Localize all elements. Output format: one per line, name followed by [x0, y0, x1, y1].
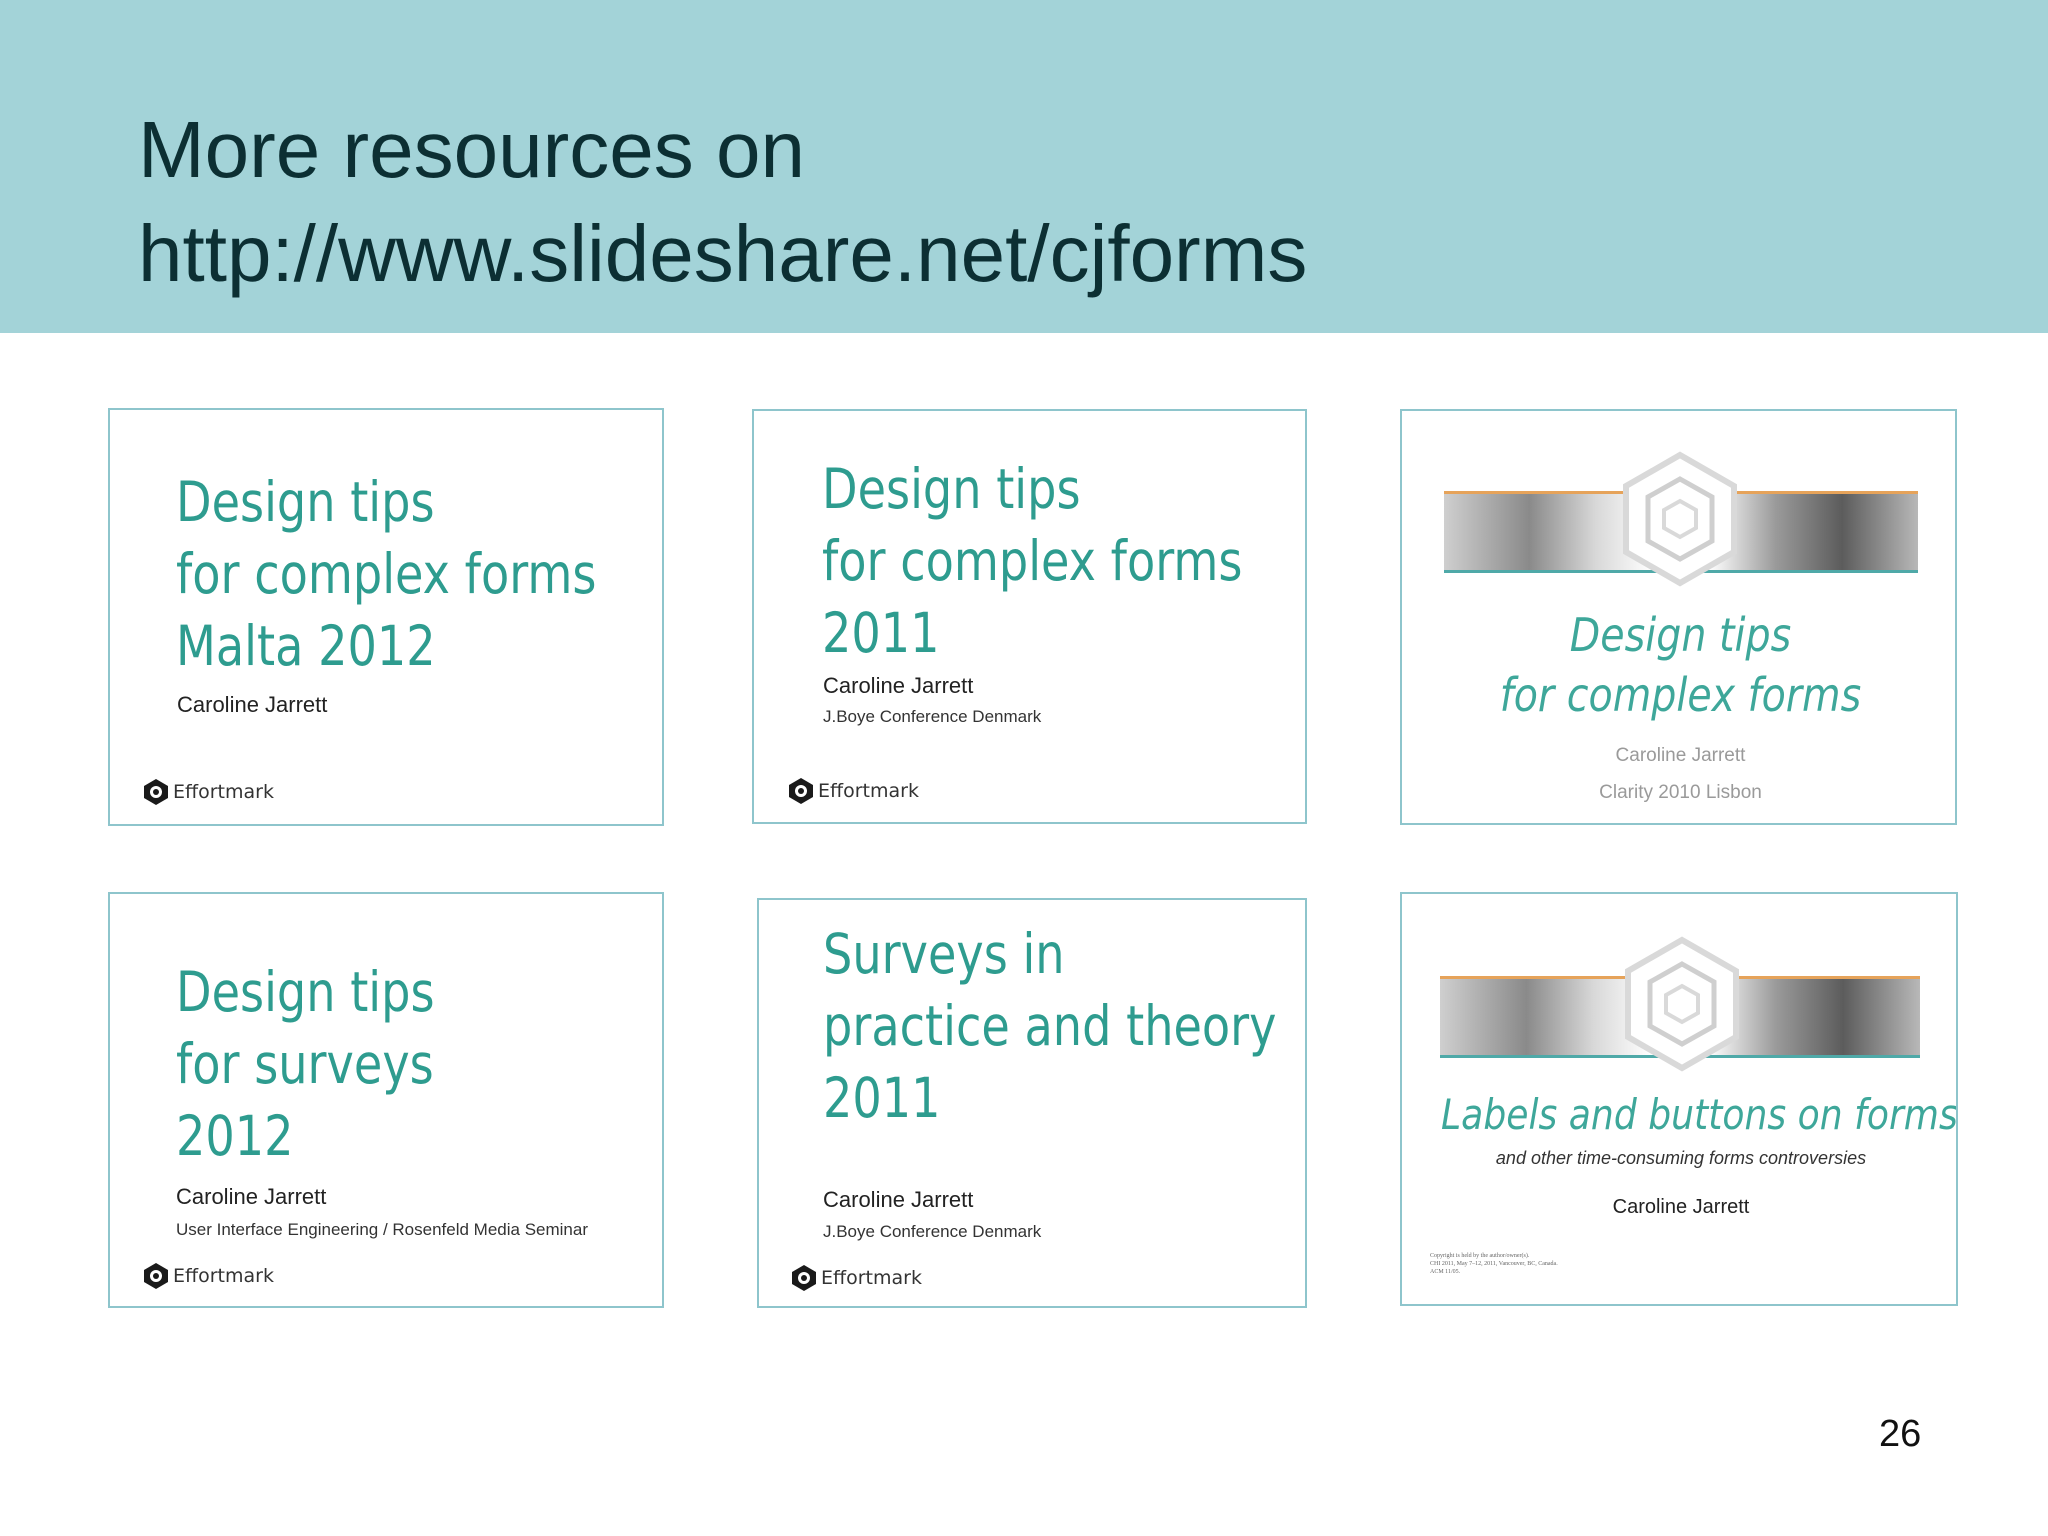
thumbnail-design-tips-complex-forms-2011[interactable]: Design tips for complex forms 2011 Carol… — [752, 409, 1307, 824]
thumbnail-title: Design tips for complex forms — [1441, 605, 1920, 725]
thumbnail-author: Caroline Jarrett — [1612, 1196, 1750, 1218]
effortmark-logo-text: Effortmark — [173, 1265, 274, 1287]
thumbnail-title-line: Design tips — [822, 457, 1081, 521]
slide-header: More resources on http://www.slideshare.… — [0, 0, 2048, 333]
hexagon-logo-icon — [1623, 451, 1737, 587]
effortmark-logo: Effortmark — [787, 777, 919, 805]
thumbnail-subtitle: and other time-consuming forms controver… — [1495, 1148, 1867, 1168]
thumbnail-event: User Interface Engineering / Rosenfeld M… — [176, 1220, 588, 1239]
thumbnail-title: Design tips for surveys 2012 — [176, 956, 435, 1172]
thumbnail-title-line: for complex forms — [176, 542, 597, 606]
thumbnail-design-tips-complex-forms-clarity-2010[interactable]: Design tips for complex forms Caroline J… — [1400, 409, 1957, 825]
thumbnail-event: J.Boye Conference Denmark — [823, 707, 1042, 726]
thumbnail-title-line: for complex forms — [1499, 668, 1862, 722]
thumbnail-title-line: for surveys — [176, 1032, 434, 1096]
slide-title: More resources on http://www.slideshare.… — [138, 98, 1307, 306]
thumbnail-title-line: Surveys in — [823, 922, 1065, 986]
fine-print-line: CHI 2011, May 7–12, 2011, Vancouver, BC,… — [1430, 1261, 1558, 1267]
effortmark-logo-icon — [789, 778, 813, 804]
thumbnail-title-line: Design tips — [176, 960, 435, 1024]
thumbnail-author: Caroline Jarrett — [176, 1184, 327, 1209]
fine-print-line: Copyright is held by the author/owner(s)… — [1430, 1253, 1530, 1259]
thumbnail-event: Clarity 2010 Lisbon — [1599, 782, 1762, 803]
thumbnail-title-line: practice and theory — [823, 994, 1277, 1058]
hexagon-logo-icon — [1625, 936, 1739, 1072]
effortmark-logo: Effortmark — [142, 778, 274, 806]
thumbnail-title-line: 2011 — [823, 1066, 941, 1130]
thumbnail-design-tips-surveys-2012[interactable]: Design tips for surveys 2012 Caroline Ja… — [108, 892, 664, 1308]
thumbnail-title: Labels and buttons on forms — [1441, 1090, 1958, 1139]
copyright-fine-print: Copyright is held by the author/owner(s)… — [1430, 1252, 1558, 1276]
slide-title-line-1: More resources on — [138, 105, 805, 194]
effortmark-logo-text: Effortmark — [818, 780, 919, 802]
thumbnail-event: J.Boye Conference Denmark — [823, 1222, 1042, 1241]
effortmark-logo-icon — [144, 1263, 168, 1289]
thumbnail-title-line: for complex forms — [822, 529, 1243, 593]
effortmark-logo-text: Effortmark — [821, 1267, 922, 1289]
thumbnail-author: Caroline Jarrett — [177, 692, 328, 717]
thumbnail-title-line: 2011 — [822, 601, 940, 665]
thumbnail-author: Caroline Jarrett — [823, 1187, 974, 1212]
thumbnail-title: Surveys in practice and theory 2011 — [823, 918, 1277, 1134]
thumbnail-author: Caroline Jarrett — [1615, 745, 1746, 766]
thumbnail-title: Design tips for complex forms Malta 2012 — [176, 466, 596, 682]
thumbnail-title: Design tips for complex forms 2011 — [822, 453, 1242, 669]
effortmark-logo: Effortmark — [142, 1262, 274, 1290]
effortmark-logo-icon — [792, 1265, 816, 1291]
effortmark-logo: Effortmark — [790, 1264, 922, 1292]
thumbnail-surveys-practice-theory-2011[interactable]: Surveys in practice and theory 2011 Caro… — [757, 898, 1307, 1308]
fine-print-line: ACM 11/05. — [1430, 1269, 1461, 1275]
thumbnail-title-line: 2012 — [176, 1104, 294, 1168]
thumbnail-design-tips-complex-forms-malta-2012[interactable]: Design tips for complex forms Malta 2012… — [108, 408, 664, 826]
page-number: 26 — [1879, 1413, 1922, 1455]
effortmark-logo-icon — [144, 779, 168, 805]
thumbnail-title-line: Design tips — [176, 470, 435, 534]
thumbnail-title-line: Malta 2012 — [176, 614, 436, 678]
effortmark-logo-text: Effortmark — [173, 781, 274, 803]
thumbnail-title-line: Design tips — [1569, 608, 1792, 662]
thumbnail-labels-buttons-forms[interactable]: Labels and buttons on forms and other ti… — [1400, 892, 1958, 1306]
thumbnail-author: Caroline Jarrett — [823, 673, 974, 698]
slide-title-line-2[interactable]: http://www.slideshare.net/cjforms — [138, 202, 1307, 306]
